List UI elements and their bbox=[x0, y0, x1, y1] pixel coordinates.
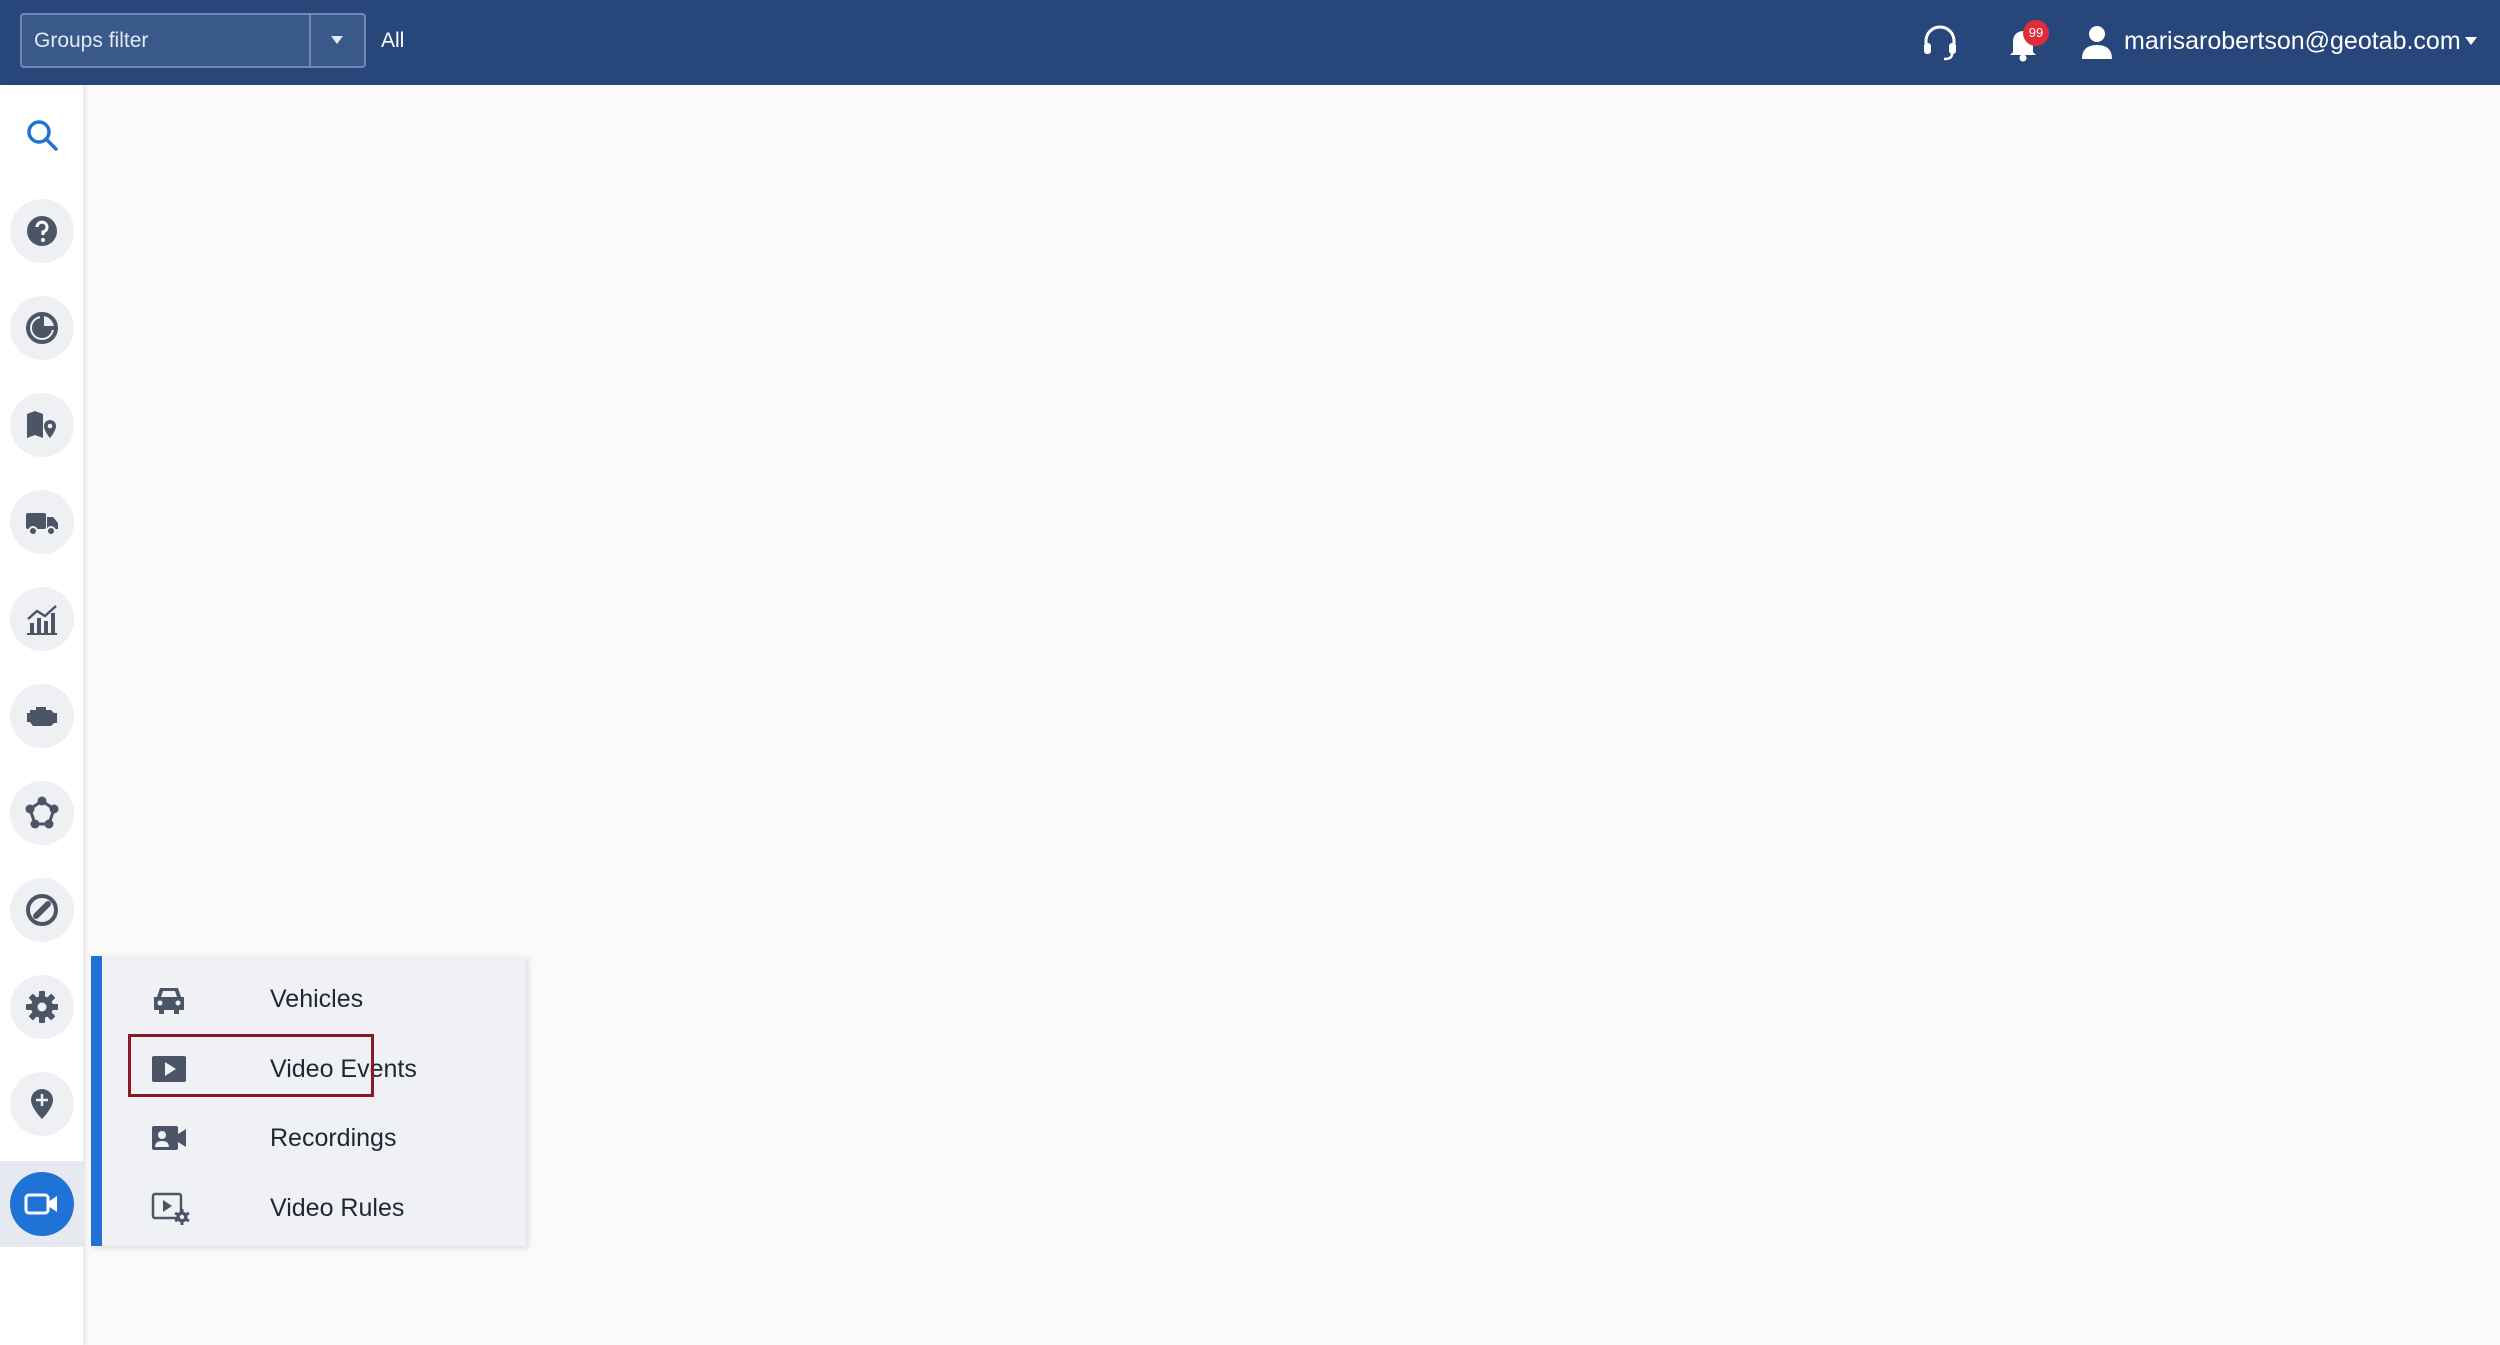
user-email[interactable]: marisarobertson@geotab.com bbox=[2124, 0, 2461, 83]
no-entry-icon bbox=[26, 894, 58, 926]
headset-icon[interactable] bbox=[1920, 22, 1960, 62]
video-rules-icon bbox=[151, 1192, 190, 1225]
groups-filter-dropdown-button[interactable] bbox=[309, 15, 364, 66]
sidebar-item-compliance[interactable] bbox=[10, 878, 74, 942]
submenu-item-vehicles[interactable]: Vehicles bbox=[151, 974, 491, 1024]
user-avatar-icon[interactable] bbox=[2077, 22, 2117, 62]
help-icon bbox=[27, 216, 57, 246]
truck-icon bbox=[26, 513, 58, 536]
engine-icon bbox=[27, 707, 57, 726]
sidebar-item-productivity[interactable] bbox=[10, 296, 74, 360]
sidebar-item-search[interactable] bbox=[10, 103, 74, 167]
submenu-item-label: Recordings bbox=[270, 1124, 397, 1152]
sidebar-item-video[interactable] bbox=[0, 1161, 83, 1247]
top-bar: Groups filter All 99 marisarobertson@geo… bbox=[0, 0, 2500, 85]
video-camera-icon bbox=[24, 1193, 57, 1215]
chart-icon bbox=[27, 605, 57, 635]
submenu-item-label: Vehicles bbox=[270, 985, 364, 1013]
caret-down-icon bbox=[331, 36, 343, 44]
sidebar-item-reports[interactable] bbox=[10, 587, 74, 651]
groups-filter[interactable]: Groups filter bbox=[20, 13, 366, 68]
nodes-icon bbox=[25, 796, 59, 829]
highlight-box bbox=[128, 1034, 374, 1097]
video-submenu: Vehicles Video Events Recordings Video R… bbox=[91, 956, 526, 1246]
sidebar-item-vehicles[interactable] bbox=[10, 490, 74, 554]
sidebar-item-map[interactable] bbox=[10, 393, 74, 457]
pie-chart-icon bbox=[26, 312, 58, 344]
notification-count-badge: 99 bbox=[2023, 20, 2049, 46]
gear-icon bbox=[26, 991, 58, 1023]
groups-filter-value[interactable]: All bbox=[381, 0, 404, 82]
map-pin-icon bbox=[27, 411, 56, 438]
main-navigation-sidebar bbox=[0, 85, 83, 1345]
sidebar-item-settings[interactable] bbox=[10, 975, 74, 1039]
submenu-item-label: Video Rules bbox=[270, 1194, 405, 1222]
groups-filter-label[interactable]: Groups filter bbox=[34, 15, 148, 66]
recording-icon bbox=[152, 1126, 186, 1150]
location-plus-icon bbox=[31, 1089, 53, 1119]
user-menu-caret-icon[interactable] bbox=[2464, 36, 2478, 46]
submenu-item-video-rules[interactable]: Video Rules bbox=[151, 1183, 491, 1233]
car-icon bbox=[154, 988, 184, 1014]
sidebar-item-help[interactable] bbox=[10, 199, 74, 263]
search-icon bbox=[27, 120, 58, 151]
submenu-accent-bar bbox=[91, 956, 102, 1246]
sidebar-item-rules[interactable] bbox=[10, 781, 74, 845]
sidebar-item-marketplace[interactable] bbox=[10, 1072, 74, 1136]
sidebar-item-engine[interactable] bbox=[10, 684, 74, 748]
submenu-item-recordings[interactable]: Recordings bbox=[151, 1113, 491, 1163]
